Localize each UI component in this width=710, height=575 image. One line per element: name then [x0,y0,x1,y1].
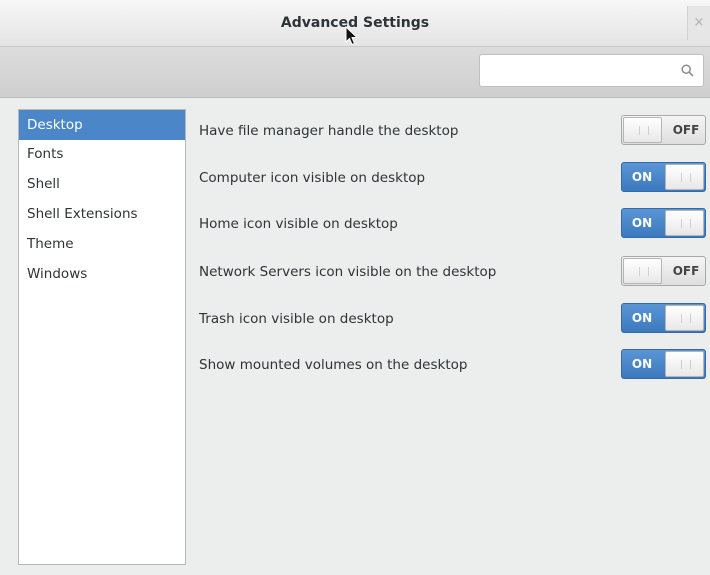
setting-row: Have file manager handle the desktop OFF [199,111,709,158]
file-manager-desktop-toggle[interactable]: OFF [621,115,706,145]
setting-label: Have file manager handle the desktop [199,123,459,139]
advanced-settings-window: Advanced Settings × Desktop Fonts Shell … [0,0,710,575]
category-sidebar: Desktop Fonts Shell Shell Extensions The… [18,109,186,565]
search-box[interactable] [479,54,704,87]
mounted-volumes-toggle[interactable]: ON [621,349,706,379]
toggle-knob[interactable] [665,164,704,190]
search-icon[interactable] [681,64,694,77]
toggle-knob[interactable] [623,258,662,284]
toggle-state-label: ON [631,311,653,325]
sidebar-item-windows[interactable]: Windows [19,259,185,289]
setting-row: Network Servers icon visible on the desk… [199,252,709,299]
setting-row: Show mounted volumes on the desktop ON [199,345,709,392]
toggle-state-label: OFF [672,264,700,278]
setting-row: Computer icon visible on desktop ON [199,158,709,205]
network-servers-icon-toggle[interactable]: OFF [621,256,706,286]
trash-icon-toggle[interactable]: ON [621,303,706,333]
setting-label: Home icon visible on desktop [199,216,398,232]
toggle-knob[interactable] [665,210,704,236]
sidebar-item-shell[interactable]: Shell [19,169,185,199]
sidebar-item-label: Desktop [27,117,83,133]
setting-label: Show mounted volumes on the desktop [199,357,468,373]
sidebar-item-shell-extensions[interactable]: Shell Extensions [19,199,185,229]
setting-label: Network Servers icon visible on the desk… [199,264,497,280]
setting-label: Computer icon visible on desktop [199,170,426,186]
toggle-state-label: ON [631,170,653,184]
sidebar-item-label: Shell Extensions [27,206,138,222]
header-toolbar [0,47,710,98]
sidebar-item-label: Fonts [27,146,64,162]
setting-label: Trash icon visible on desktop [199,311,394,327]
sidebar-item-label: Windows [27,266,88,282]
sidebar-item-fonts[interactable]: Fonts [19,140,185,169]
sidebar-item-desktop[interactable]: Desktop [19,110,185,140]
toggle-knob[interactable] [665,305,704,331]
toggle-knob[interactable] [623,117,662,143]
sidebar-item-theme[interactable]: Theme [19,229,185,259]
search-input[interactable] [486,60,670,82]
setting-row: Home icon visible on desktop ON [199,204,709,251]
sidebar-item-label: Theme [27,236,74,252]
toggle-state-label: ON [631,357,653,371]
toggle-state-label: ON [631,216,653,230]
setting-row: Trash icon visible on desktop ON [199,299,709,346]
sidebar-item-label: Shell [27,176,60,192]
toggle-knob[interactable] [665,351,704,377]
mouse-pointer-icon [345,26,359,46]
computer-icon-toggle[interactable]: ON [621,162,706,192]
home-icon-toggle[interactable]: ON [621,208,706,238]
close-button[interactable]: × [687,6,710,40]
toggle-state-label: OFF [672,123,700,137]
